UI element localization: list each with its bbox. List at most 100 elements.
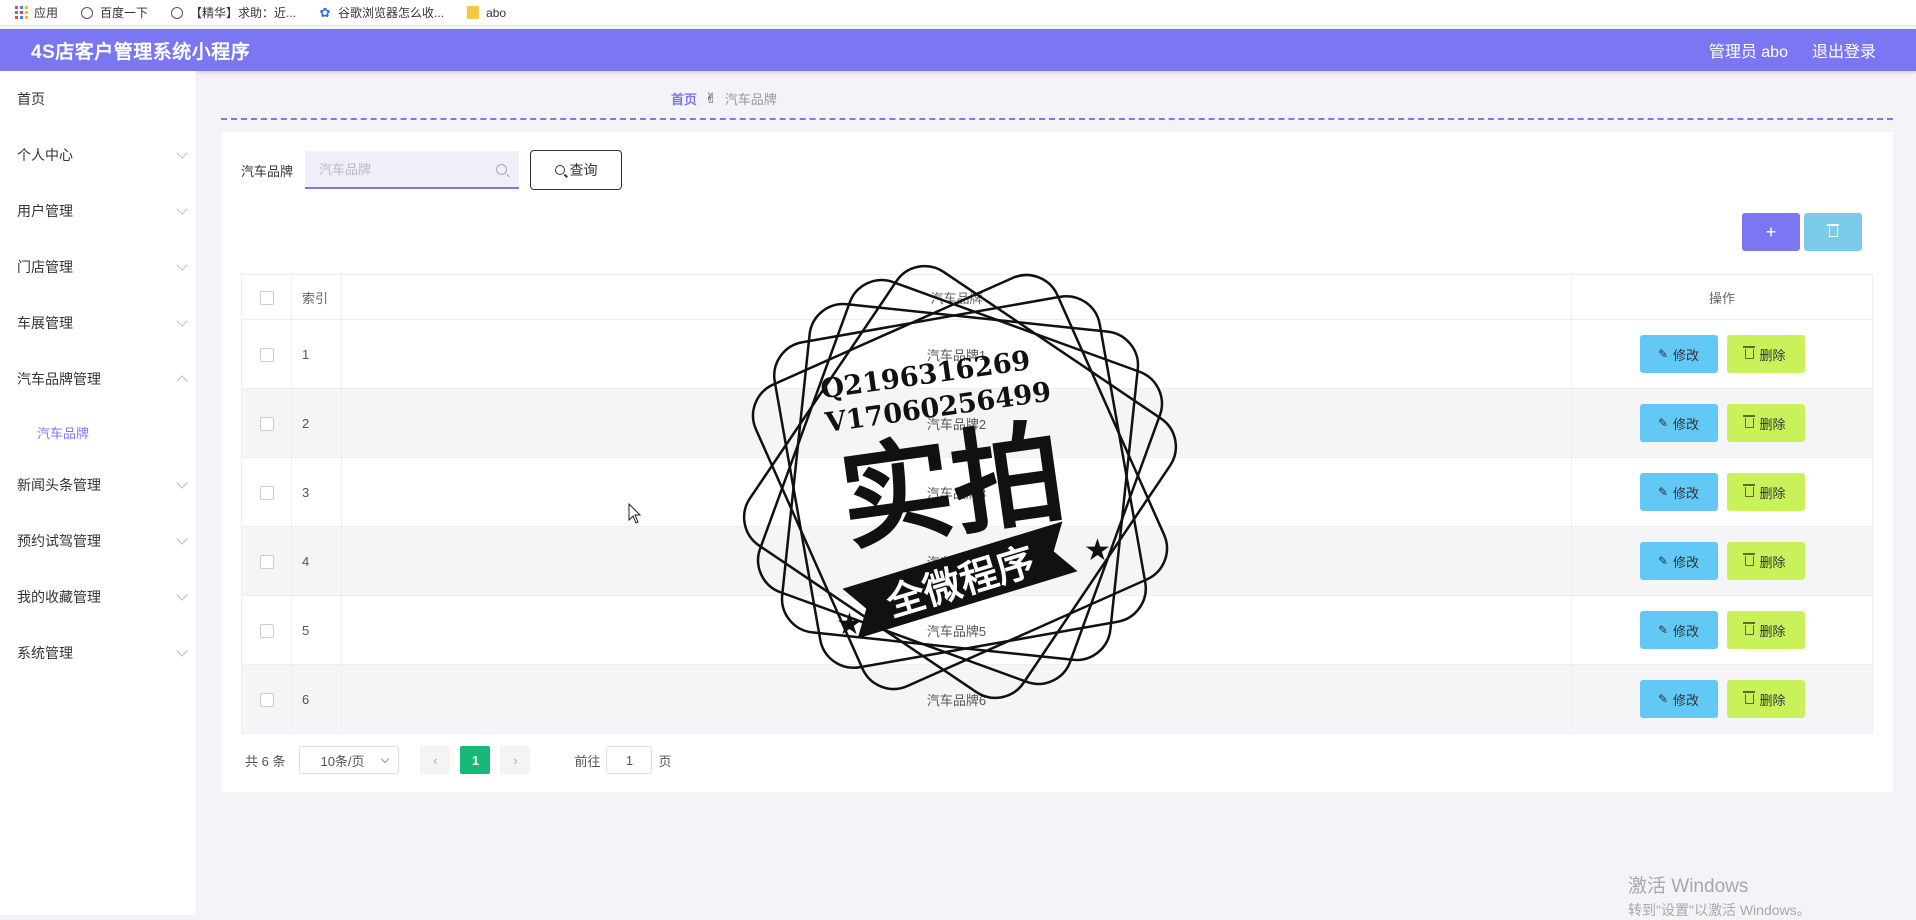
sidebar-item-home[interactable]: 首页 [0,71,196,127]
add-button[interactable]: + [1742,213,1800,251]
row-index: 5 [291,595,342,665]
select-all-cell [241,274,292,320]
trash-icon [1826,224,1839,237]
sidebar-item-label: 门店管理 [17,259,73,275]
delete-label: 删除 [1759,554,1786,570]
row-brand: 汽车品牌4 [341,526,1572,596]
delete-label: 删除 [1759,347,1786,363]
edit-button[interactable]: ✎ 修改 [1639,473,1718,511]
edit-button[interactable]: ✎ 修改 [1639,404,1718,442]
row-select-cell [241,388,292,458]
row-index: 4 [291,526,342,596]
chevron-left-icon: ‹ [433,752,438,768]
brand-table: 索引 汽车品牌 操作 1 汽车品牌1 ✎ 修改 删除 2 汽车品牌2 ✎ 修改 删除 3 汽车品牌3 ✎… [241,274,1873,734]
row-checkbox[interactable] [259,485,274,500]
edit-label: 修改 [1673,416,1700,432]
delete-button[interactable]: 删除 [1726,611,1805,649]
trash-icon [1743,691,1756,704]
next-page-button[interactable]: › [500,746,531,774]
prev-page-button[interactable]: ‹ [420,746,451,774]
delete-button[interactable]: 删除 [1726,404,1805,442]
row-checkbox[interactable] [259,416,274,431]
sidebar-item-news[interactable]: 新闻头条管理 [0,457,196,513]
sidebar-item-brand-mgmt[interactable]: 汽车品牌管理 [0,351,196,407]
bookmarks-bar: 应用 百度一下 【精华】求助：近... ✿ 谷歌浏览器怎么收... abo [0,0,1916,26]
table-row: 5 汽车品牌5 ✎ 修改 删除 [241,595,1873,665]
row-brand: 汽车品牌2 [341,388,1572,458]
paw-icon: ✿ [319,5,331,20]
sidebar-item-label: 用户管理 [17,203,73,219]
sidebar-item-label: 首页 [17,91,45,107]
top-header: 4S店客户管理系统小程序 管理员 abo 退出登录 [0,29,1916,71]
chevron-down-icon [176,533,188,545]
batch-delete-button[interactable] [1804,213,1862,251]
user-name[interactable]: 管理员 abo [1709,38,1788,62]
sidebar-item-stores[interactable]: 门店管理 [0,239,196,295]
edit-button[interactable]: ✎ 修改 [1639,611,1718,649]
table-row: 4 汽车品牌4 ✎ 修改 删除 [241,526,1873,596]
bookmark-baidu[interactable]: 百度一下 [76,4,162,21]
sidebar-item-system[interactable]: 系统管理 [0,625,196,681]
folder-icon [466,6,480,20]
trash-icon [1743,484,1756,497]
delete-button[interactable]: 删除 [1726,542,1805,580]
pencil-icon: ✎ [1657,416,1669,430]
page-number-1[interactable]: 1 [460,746,491,774]
sidebar-item-testdrive[interactable]: 预约试驾管理 [0,513,196,569]
goto-page-input[interactable] [606,746,653,774]
sidebar-item-label: 预约试驾管理 [17,533,101,549]
app-title: 4S店客户管理系统小程序 [31,41,251,63]
hand-icon: ✌ [705,90,717,106]
sidebar-item-users[interactable]: 用户管理 [0,183,196,239]
row-index: 6 [291,664,342,734]
delete-button[interactable]: 删除 [1726,680,1805,718]
row-index: 3 [291,457,342,527]
total-count: 共 6 条 [245,753,286,769]
edit-label: 修改 [1673,485,1700,501]
bookmark-label: abo [486,5,507,20]
logout-button[interactable]: 退出登录 [1812,38,1876,62]
bookmark-chrome[interactable]: ✿ 谷歌浏览器怎么收... [314,4,458,21]
sidebar-subitem-brand[interactable]: 汽车品牌 [0,407,196,457]
delete-button[interactable]: 删除 [1726,335,1805,373]
chevron-up-icon [176,375,188,387]
breadcrumb-home[interactable]: 首页 [671,89,697,108]
edit-label: 修改 [1673,554,1700,570]
row-checkbox[interactable] [259,554,274,569]
goto-suffix: 页 [658,753,672,769]
pencil-icon: ✎ [1657,554,1669,568]
sidebar-item-label: 系统管理 [17,645,73,661]
brand-search-input[interactable] [305,151,520,189]
sidebar-item-carshow[interactable]: 车展管理 [0,295,196,351]
delete-button[interactable]: 删除 [1726,473,1805,511]
bookmark-abo[interactable]: abo [462,6,520,20]
bookmark-label: 百度一下 [100,6,149,20]
bookmark-help[interactable]: 【精华】求助：近... [166,4,310,21]
edit-button[interactable]: ✎ 修改 [1639,335,1718,373]
query-button[interactable]: 查询 [530,150,623,190]
edit-label: 修改 [1673,623,1700,639]
table-row: 3 汽车品牌3 ✎ 修改 删除 [241,457,1873,527]
chevron-down-icon [176,645,188,657]
sidebar-item-label: 我的收藏管理 [17,589,101,605]
sidebar-item-favorites[interactable]: 我的收藏管理 [0,569,196,625]
table-row: 1 汽车品牌1 ✎ 修改 删除 [241,319,1873,389]
edit-button[interactable]: ✎ 修改 [1639,542,1718,580]
bookmark-label: 【精华】求助：近... [190,6,297,20]
table-header-row: 索引 汽车品牌 操作 [241,274,1873,320]
chevron-right-icon: › [513,752,518,768]
edit-button[interactable]: ✎ 修改 [1639,680,1718,718]
search-icon [554,165,565,175]
select-all-checkbox[interactable] [259,290,274,305]
bookmark-label: 谷歌浏览器怎么收... [338,6,445,20]
page-size-select[interactable]: 10条/页 [299,746,400,774]
bookmark-apps[interactable]: 应用 [10,4,72,21]
row-checkbox[interactable] [259,623,274,638]
row-brand: 汽车品牌3 [341,457,1572,527]
row-checkbox[interactable] [259,692,274,707]
sidebar-item-profile[interactable]: 个人中心 [0,127,196,183]
header-brand: 汽车品牌 [341,274,1572,320]
search-label: 汽车品牌 [241,163,294,179]
row-checkbox[interactable] [259,347,274,362]
row-ops: ✎ 修改 删除 [1571,664,1873,734]
